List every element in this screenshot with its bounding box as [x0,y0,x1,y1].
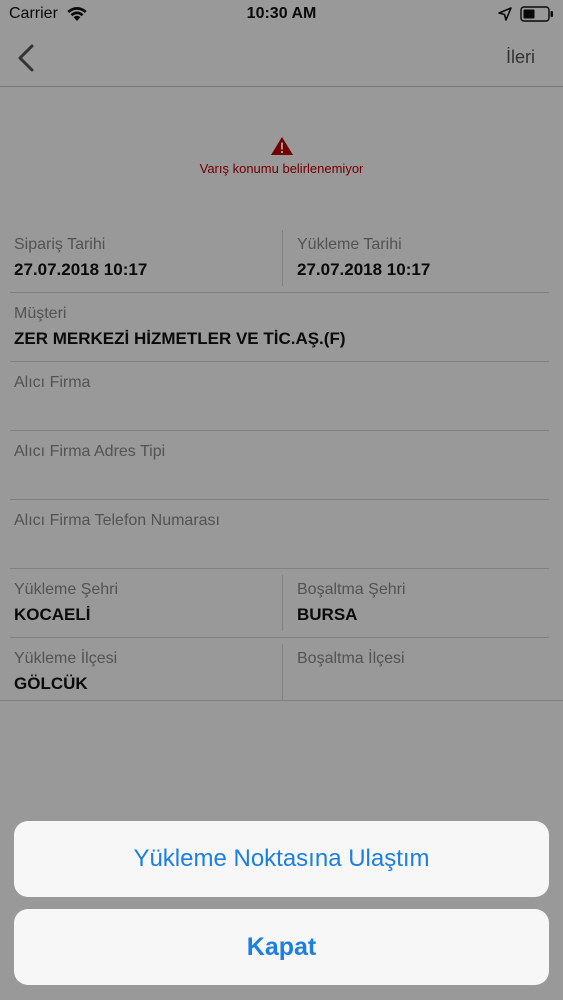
close-button[interactable]: Kapat [14,909,549,985]
reached-loading-point-button[interactable]: Yükleme Noktasına Ulaştım [14,821,549,897]
